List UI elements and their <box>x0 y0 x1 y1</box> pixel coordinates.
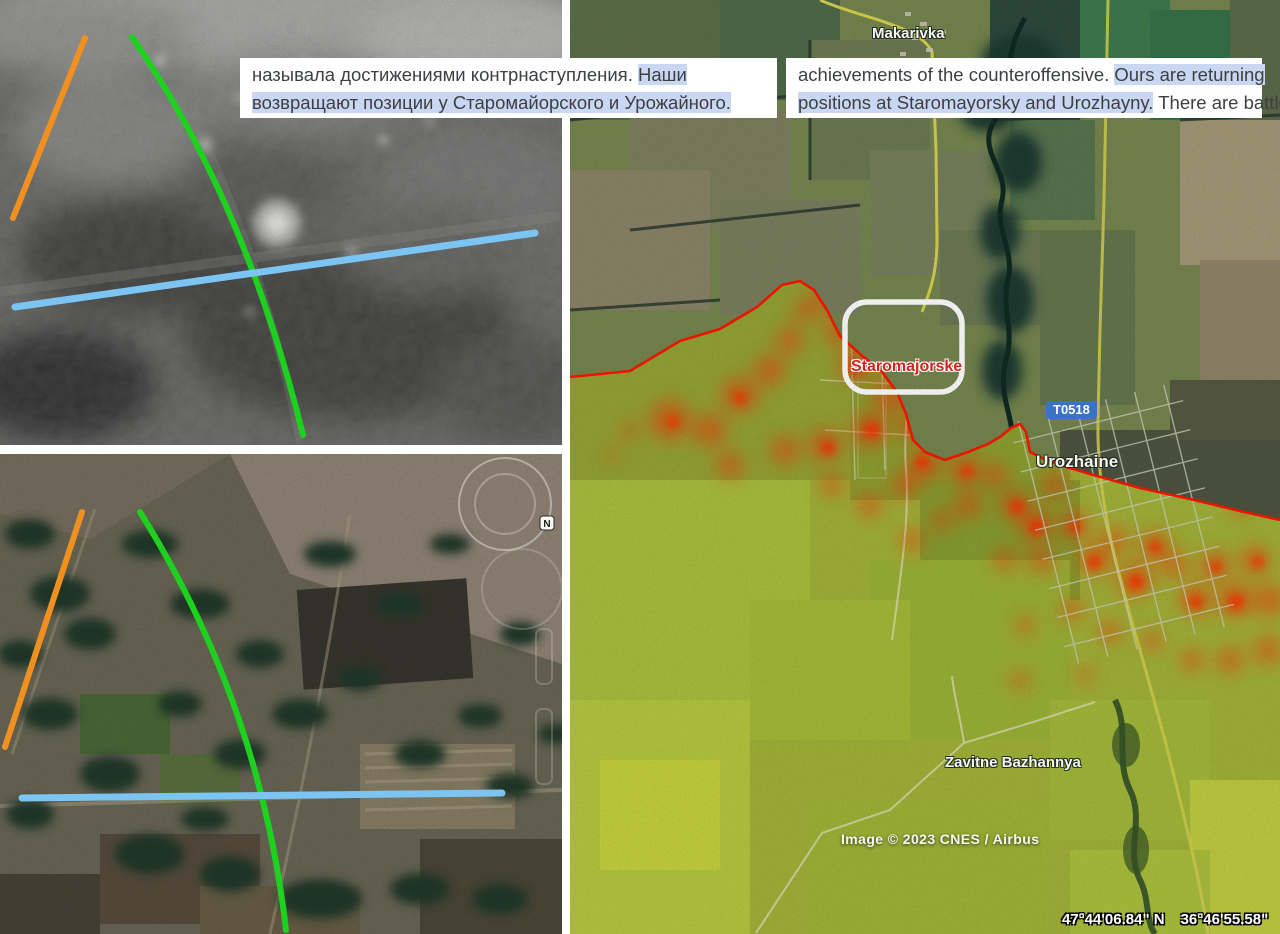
russian-highlight-1: Наши <box>638 64 687 85</box>
coordinates-readout: 47°44'06.84" N 36°46'55.58" <box>1062 911 1268 928</box>
imagery-attribution: Image © 2023 CNES / Airbus <box>841 831 1039 847</box>
english-highlight-1: Ours are returning <box>1114 64 1264 85</box>
english-text-box: achievements of the counteroffensive. Ou… <box>786 58 1262 118</box>
compass-north-icon: N <box>540 516 554 530</box>
control-map-art <box>570 0 1280 934</box>
satellite-oblique-image: N <box>0 454 562 934</box>
russian-line-1: называла достижениями контрнаступления. … <box>252 61 766 89</box>
russian-line-2: возвращают позиции у Старомайорского и У… <box>252 89 766 117</box>
satellite-image-art: N <box>0 454 562 934</box>
label-staromajorske: Staromajorske <box>851 358 962 376</box>
control-map <box>570 0 1280 934</box>
post-collage: N <box>0 0 1280 934</box>
english-line-1: achievements of the counteroffensive. Ou… <box>798 61 1251 89</box>
russian-text-box: называла достижениями контрнаступления. … <box>240 58 777 118</box>
english-line-2: positions at Staromayorsky and Urozhayny… <box>798 89 1251 117</box>
label-zavitne-bazhannya: Zavitne Bazhannya <box>945 754 1081 771</box>
russian-highlight-2: возвращают позиции у Старомайорского и У… <box>252 92 731 113</box>
svg-text:N: N <box>543 519 550 530</box>
satellite-blue-line <box>22 793 502 798</box>
latitude-value: 47°44'06.84" N <box>1062 911 1165 928</box>
longitude-value: 36°46'55.58" <box>1181 911 1269 928</box>
label-urozhaine: Urozhaine <box>1036 452 1118 472</box>
label-makarivka: Makarivka <box>872 25 945 42</box>
english-highlight-2: positions at Staromayorsky and Urozhayny… <box>798 92 1153 113</box>
road-sign-t0518: T0518 <box>1046 401 1097 419</box>
